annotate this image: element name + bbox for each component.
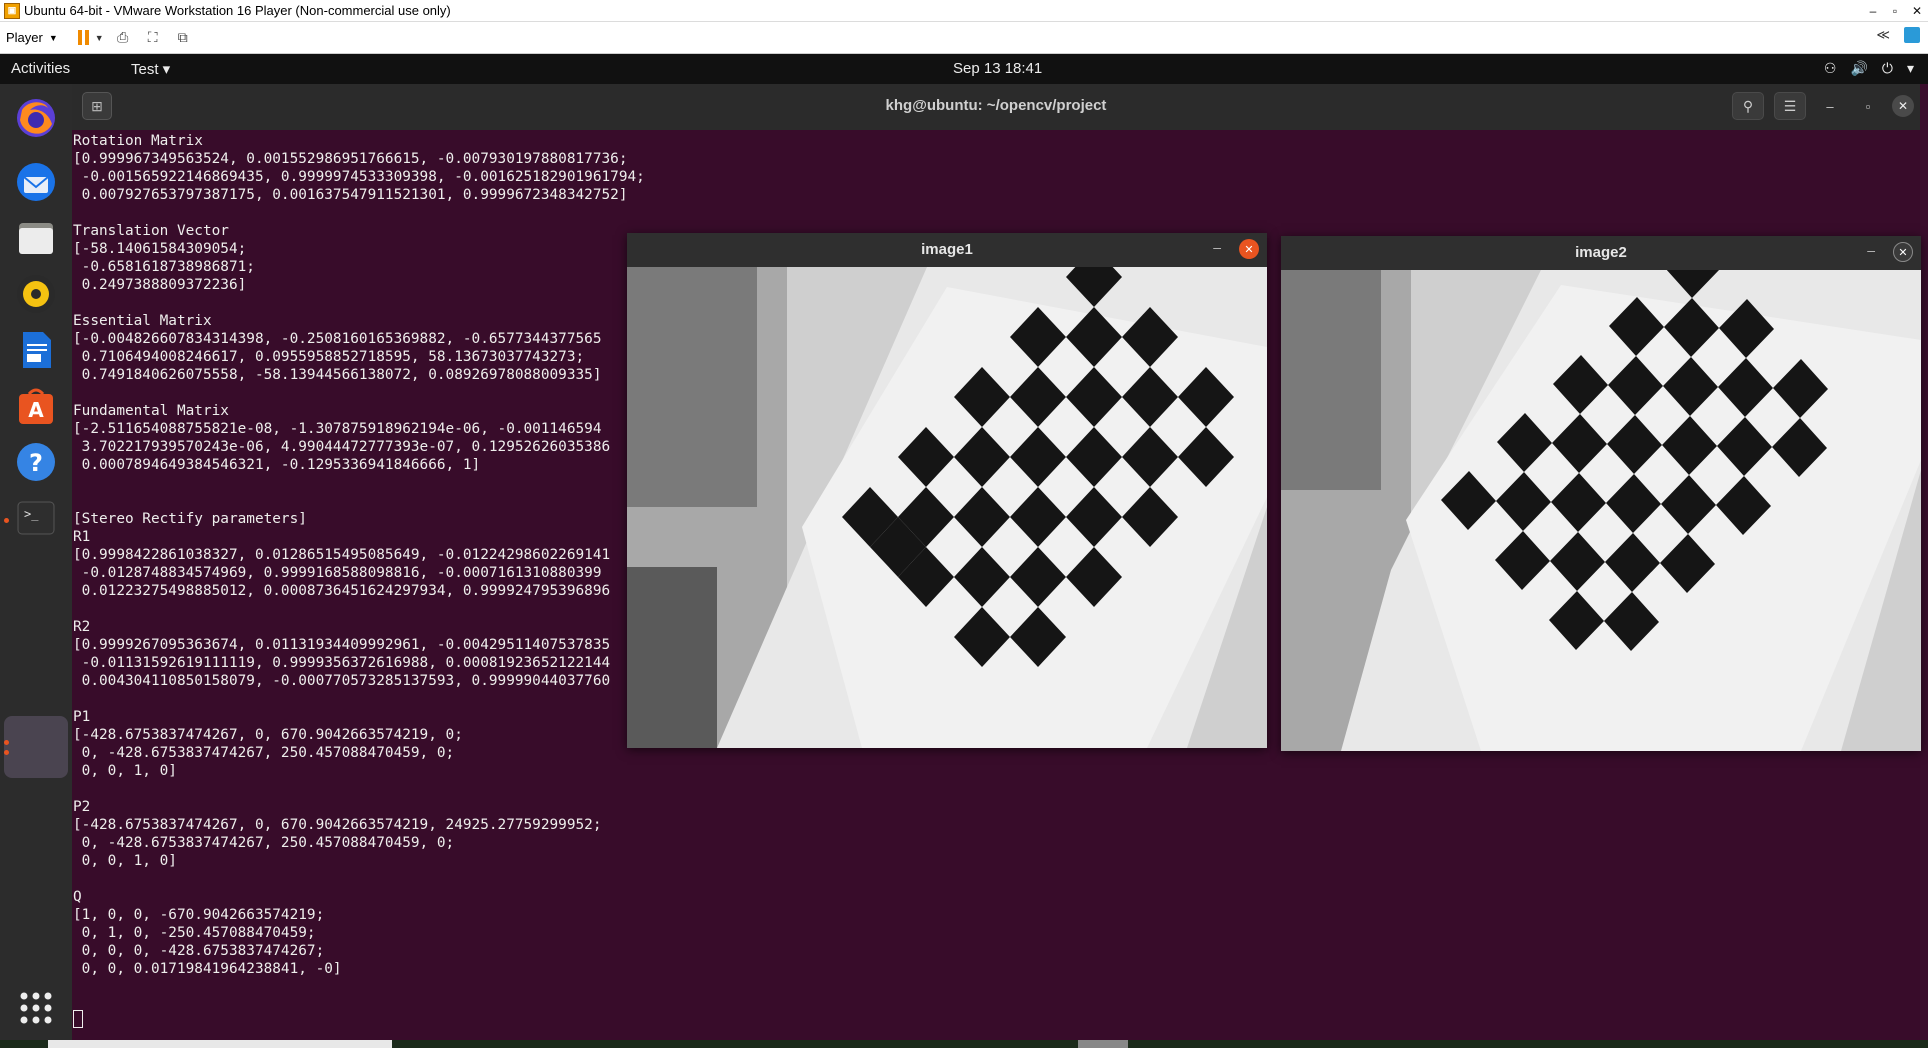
- vmware-toolbar: Player ▼ ▼ ⎙ ⛶ ⧉ ≪: [0, 22, 1928, 54]
- app-menu[interactable]: Test ▾: [131, 60, 170, 78]
- image1-titlebar: image1 – ✕: [627, 233, 1267, 267]
- terminal-header-buttons: ⚲ ☰ – ▫ ✕: [1732, 92, 1914, 120]
- scrollbar-thumb[interactable]: [1078, 1040, 1128, 1048]
- chevron-down-icon[interactable]: ▼: [95, 33, 104, 43]
- image2-titlebar: image2 – ✕: [1281, 236, 1921, 270]
- files-icon[interactable]: [12, 214, 60, 262]
- unity-icon[interactable]: ⧉: [172, 27, 194, 49]
- close-icon[interactable]: ✕: [1906, 0, 1928, 22]
- image1-title: image1: [921, 241, 973, 258]
- image2-title: image2: [1575, 244, 1627, 261]
- svg-text:A: A: [28, 398, 44, 422]
- power-icon[interactable]: ⏻: [1882, 60, 1893, 77]
- image1-view: [627, 267, 1267, 748]
- show-applications-icon[interactable]: [12, 984, 60, 1032]
- chevron-down-icon[interactable]: ▾: [1907, 60, 1914, 77]
- send-ctrl-alt-del-icon[interactable]: ⎙: [112, 27, 134, 49]
- vmware-window-controls: – ▫ ✕: [1862, 0, 1928, 22]
- vmware-titlebar: ▣ Ubuntu 64-bit - VMware Workstation 16 …: [0, 0, 1928, 22]
- system-tray[interactable]: ⚇ 🔊 ⏻ ▾: [1824, 60, 1914, 77]
- horizontal-scrollbar[interactable]: [48, 1040, 392, 1048]
- fullscreen-icon[interactable]: ⛶: [142, 27, 164, 49]
- terminal-title: khg@ubuntu: ~/opencv/project: [885, 97, 1107, 114]
- message-log-icon[interactable]: [1904, 27, 1920, 43]
- clock[interactable]: Sep 13 18:41: [953, 60, 1042, 77]
- firefox-icon[interactable]: [12, 94, 60, 142]
- toolbar-right: ≪: [1876, 27, 1920, 43]
- hamburger-menu-icon[interactable]: ☰: [1774, 92, 1806, 120]
- bottom-strip: [0, 1040, 1928, 1048]
- terminal-cursor: [73, 1010, 83, 1028]
- volume-icon[interactable]: 🔊: [1850, 60, 1867, 77]
- close-icon[interactable]: ✕: [1893, 242, 1913, 262]
- dock-active-app[interactable]: [4, 716, 68, 778]
- chevron-down-icon: ▼: [48, 32, 58, 43]
- activities-button[interactable]: Activities: [11, 60, 70, 77]
- close-icon[interactable]: ✕: [1892, 95, 1914, 117]
- help-icon[interactable]: ?: [12, 438, 60, 486]
- libreoffice-writer-icon[interactable]: [12, 326, 60, 374]
- pause-button[interactable]: [77, 30, 89, 45]
- running-indicator: [4, 750, 9, 755]
- running-indicator: [4, 740, 9, 745]
- image2-view: [1281, 270, 1921, 751]
- dock: A ? >_: [0, 84, 72, 1048]
- gnome-top-bar: Activities Test ▾ Sep 13 18:41 ⚇ 🔊 ⏻ ▾: [0, 54, 1928, 84]
- player-menu-label: Player: [6, 30, 43, 45]
- svg-text:?: ?: [29, 449, 43, 477]
- svg-text:>_: >_: [24, 507, 39, 521]
- terminal-icon[interactable]: >_: [12, 494, 60, 542]
- vmware-window-title: Ubuntu 64-bit - VMware Workstation 16 Pl…: [24, 3, 451, 18]
- player-menu[interactable]: Player ▼: [6, 30, 58, 45]
- minimize-icon[interactable]: –: [1867, 242, 1875, 258]
- close-icon[interactable]: ✕: [1239, 239, 1259, 259]
- ubuntu-software-icon[interactable]: A: [12, 382, 60, 430]
- running-indicator: [4, 518, 9, 523]
- vmware-logo-icon: ▣: [4, 2, 20, 19]
- maximize-icon[interactable]: ▫: [1884, 0, 1906, 22]
- minimize-icon[interactable]: –: [1816, 92, 1844, 120]
- maximize-icon[interactable]: ▫: [1854, 92, 1882, 120]
- checkerboard-image-2: [1281, 270, 1921, 751]
- minimize-icon[interactable]: –: [1213, 239, 1221, 255]
- terminal-text: Rotation Matrix [0.999967349563524, 0.00…: [73, 133, 645, 977]
- rhythmbox-icon[interactable]: [12, 270, 60, 318]
- terminal-headerbar: ⊞ khg@ubuntu: ~/opencv/project ⚲ ☰ – ▫ ✕: [72, 84, 1920, 130]
- thunderbird-icon[interactable]: [12, 158, 60, 206]
- image1-window[interactable]: image1 – ✕: [627, 233, 1267, 748]
- checkerboard-image-1: [627, 267, 1267, 748]
- image2-window[interactable]: image2 – ✕: [1281, 236, 1921, 751]
- collapse-icon[interactable]: ≪: [1876, 27, 1890, 43]
- search-icon[interactable]: ⚲: [1732, 92, 1764, 120]
- minimize-icon[interactable]: –: [1862, 0, 1884, 22]
- network-icon[interactable]: ⚇: [1824, 60, 1837, 77]
